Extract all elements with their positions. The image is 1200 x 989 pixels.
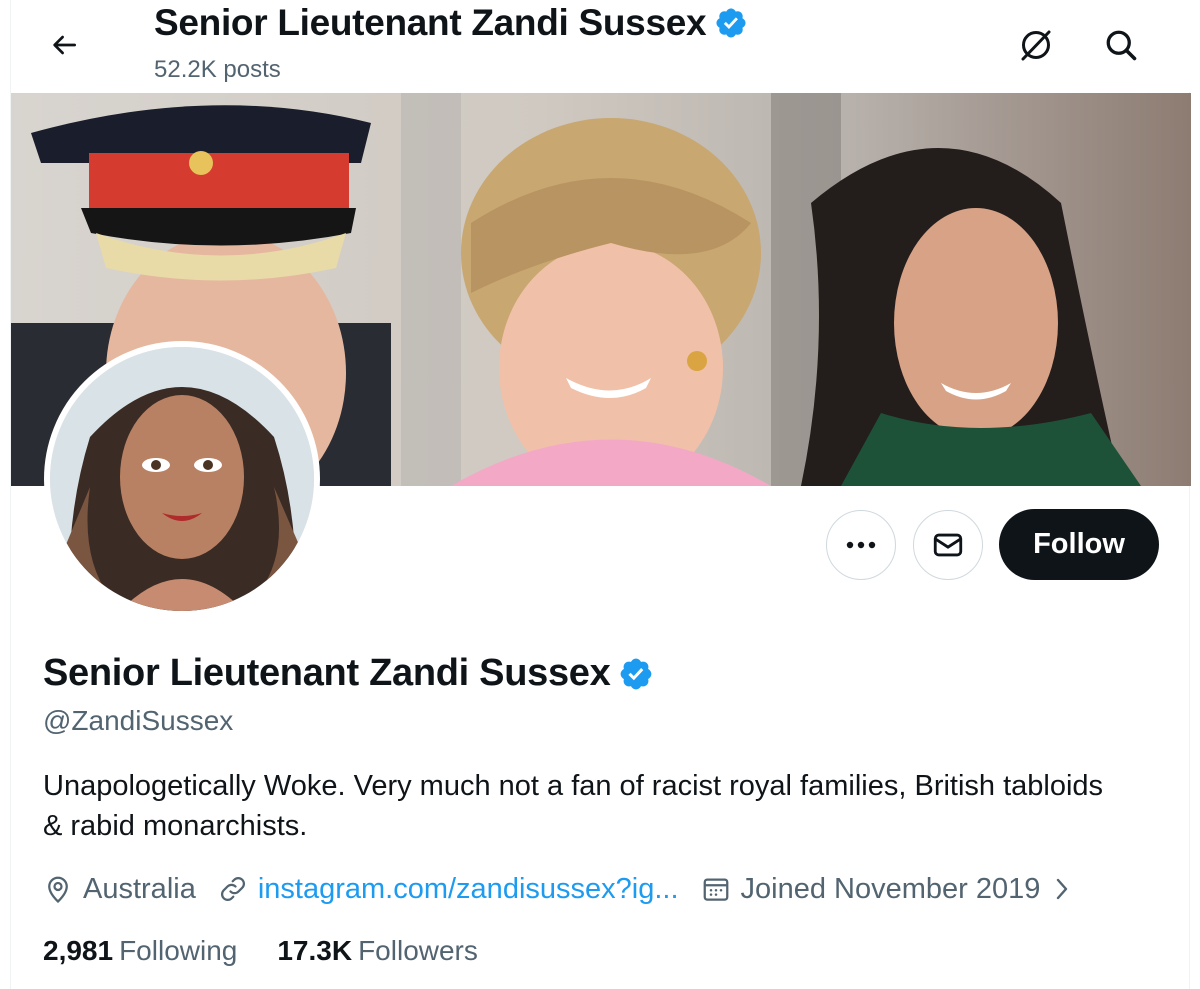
search-icon (1106, 30, 1137, 61)
followers-count: 17.3K (277, 935, 353, 966)
verified-badge-icon (716, 8, 746, 38)
profile-name: Senior Lieutenant Zandi Sussex (43, 652, 654, 695)
link-icon (220, 876, 245, 902)
profile-avatar[interactable] (44, 341, 320, 617)
post-count: 52.2K posts (154, 56, 281, 83)
following-label: Following (119, 935, 238, 966)
arrow-left-icon (53, 35, 76, 55)
header-name: Senior Lieutenant Zandi Sussex (154, 2, 707, 43)
following-count: 2,981 (43, 935, 114, 966)
chevron-right-icon (1057, 878, 1068, 900)
more-icon (846, 541, 876, 549)
grok-icon (1021, 30, 1051, 61)
link-item[interactable]: instagram.com/zandisussex?ig... (218, 873, 679, 906)
location-text: Australia (83, 872, 196, 905)
profile-meta: Australia instagram.com/zandisussex?ig..… (43, 868, 1096, 910)
calendar-icon (703, 878, 728, 901)
more-button[interactable] (826, 510, 896, 580)
grok-button[interactable] (1011, 20, 1061, 70)
profile-link[interactable]: instagram.com/zandisussex?ig... (258, 873, 679, 906)
header-title: Senior Lieutenant Zandi Sussex (154, 2, 748, 44)
joined-item[interactable]: Joined November 2019 (701, 873, 1075, 906)
follow-button[interactable]: Follow (999, 509, 1159, 580)
followers-label: Followers (358, 935, 478, 966)
back-button[interactable] (41, 22, 87, 68)
avatar-image (50, 347, 314, 611)
message-button[interactable] (913, 510, 983, 580)
search-button[interactable] (1096, 20, 1146, 70)
profile-name-text: Senior Lieutenant Zandi Sussex (43, 652, 611, 694)
followers-link[interactable]: 17.3K Followers (277, 935, 478, 967)
profile-header: Senior Lieutenant Zandi Sussex 52.2K pos… (11, 0, 1191, 92)
envelope-icon (933, 533, 963, 557)
joined-text: Joined November 2019 (740, 872, 1041, 905)
location-pin-icon (48, 876, 68, 904)
profile-page: Senior Lieutenant Zandi Sussex 52.2K pos… (10, 0, 1191, 989)
location-item: Australia (43, 873, 196, 906)
profile-bio: Unapologetically Woke. Very much not a f… (43, 770, 1104, 842)
profile-stats: 2,981 Following 17.3K Followers (43, 935, 518, 967)
following-link[interactable]: 2,981 Following (43, 935, 237, 967)
profile-handle: @ZandiSussex (43, 705, 234, 736)
verified-badge-icon[interactable] (618, 656, 654, 692)
